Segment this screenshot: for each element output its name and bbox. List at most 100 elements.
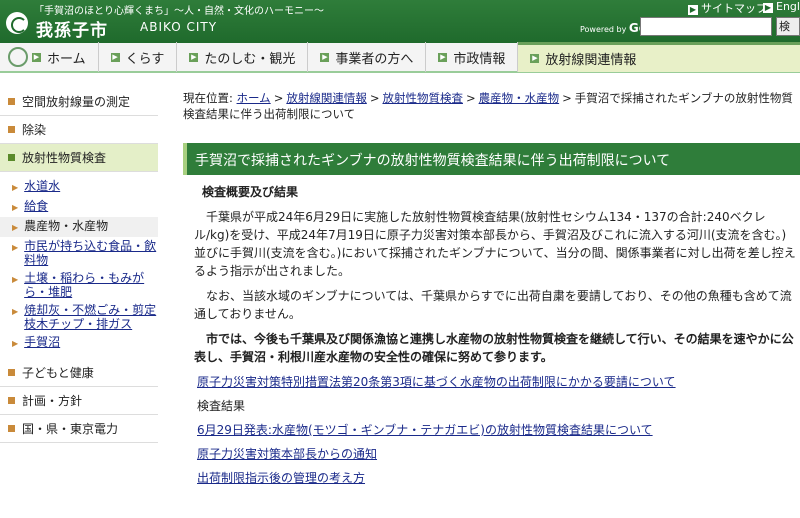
breadcrumb-link-testing[interactable]: 放射性物質検査 — [382, 91, 463, 105]
link-management-policy[interactable]: 出荷制限指示後の管理の考え方 — [197, 471, 365, 485]
search-button[interactable]: 検索 — [776, 17, 800, 36]
paragraph-summary: 千葉県が平成24年6月29日に実施した放射性物質検査結果(放射性セシウム134・… — [194, 210, 796, 278]
bullet-square-icon — [8, 126, 15, 133]
arrow-right-icon: ▶ — [530, 54, 540, 63]
link-june29-results[interactable]: 6月29日発表:水産物(モツゴ・ギンブナ・テナガエビ)の放射性物質検査結果につい… — [197, 423, 653, 437]
breadcrumb-prefix: 現在位置: — [183, 91, 233, 105]
arrow-right-icon: ▶ — [110, 52, 120, 62]
link-row: 6月29日発表:水産物(モツゴ・ギンブナ・テナガエビ)の放射性物質検査結果につい… — [197, 421, 796, 439]
nav-item-label: 放射線関連情報 — [545, 53, 637, 68]
link-row: 原子力災害対策本部長からの通知 — [197, 445, 796, 463]
sidebar-subitem-school-lunch[interactable]: ▶ 給食 — [0, 197, 158, 217]
arrow-right-icon: ▶ — [189, 52, 199, 62]
breadcrumb-link-home[interactable]: ホーム — [237, 91, 271, 105]
section-heading: 検査概要及び結果 — [202, 185, 299, 199]
arrow-right-icon: ▶ — [438, 52, 448, 62]
breadcrumb-separator: > — [369, 91, 380, 105]
sidebar: 空間放射線量の測定 除染 放射性物質検査 ▶ 水道水 ▶ 給食 ▶ 農産物・水産物 ▶… — [0, 88, 158, 443]
link-row: 出荷制限指示後の管理の考え方 — [197, 469, 796, 487]
sidebar-item-air-dose[interactable]: 空間放射線量の測定 — [0, 88, 158, 116]
sidebar-subitem-label: 市民が持ち込む食品・飲料物 — [24, 239, 157, 267]
link-row: 原子力災害対策特別措置法第20条第3項に基づく水産物の出荷制限にかかる要請につい… — [197, 373, 796, 391]
english-label: English — [776, 0, 800, 13]
sidebar-subitem-label: 土壌・稲わら・もみがら・堆肥 — [24, 271, 145, 299]
sidebar-subitem-citizen-food[interactable]: ▶ 市民が持ち込む食品・飲料物 — [0, 237, 158, 269]
arrow-right-icon: ▶ — [12, 223, 19, 232]
arrow-right-icon: ▶ — [763, 3, 773, 13]
arrow-right-icon: ▶ — [12, 203, 19, 212]
arrow-right-icon: ▶ — [12, 275, 19, 284]
sidebar-subitem-ash[interactable]: ▶ 焼却灰・不燃ごみ・剪定枝木チップ・排ガス — [0, 301, 158, 333]
breadcrumb-link-agri-fishery[interactable]: 農産物・水産物 — [479, 91, 560, 105]
sidebar-item-label: 計画・方針 — [22, 394, 83, 408]
sidebar-subitem-label: 農産物・水産物 — [24, 219, 109, 233]
breadcrumb: 現在位置: ホーム > 放射線関連情報 > 放射性物質検査 > 農産物・水産物 > 手賀沼で採捕… — [183, 90, 795, 122]
breadcrumb-link-radiation[interactable]: 放射線関連情報 — [286, 91, 367, 105]
nav-item-living[interactable]: ▶ くらす — [99, 42, 178, 72]
sidebar-item-label: 国・県・東京電力 — [22, 422, 119, 436]
nav-item-home[interactable]: ▶ ホーム — [32, 42, 99, 72]
sidebar-item-govt-tepco[interactable]: 国・県・東京電力 — [0, 415, 158, 443]
sidebar-item-label: 除染 — [22, 123, 47, 137]
page-title: 手賀沼で採捕されたギンブナの放射性物質検査結果に伴う出荷制限について — [195, 153, 671, 169]
sidebar-subitem-tap-water[interactable]: ▶ 水道水 — [0, 177, 158, 197]
sidebar-submenu: ▶ 水道水 ▶ 給食 ▶ 農産物・水産物 ▶ 市民が持ち込む食品・飲料物 ▶ 土壌・稲わら… — [0, 172, 158, 359]
arrow-right-icon: ▶ — [320, 52, 330, 62]
english-link[interactable]: ▶English — [763, 0, 800, 13]
nav-item-label: たのしむ・観光 — [204, 51, 296, 67]
nav-item-business[interactable]: ▶ 事業者の方へ — [308, 42, 427, 72]
site-tagline: 「手賀沼のほとり心輝くまち」〜人・自然・文化のハーモニー〜 — [34, 6, 324, 17]
breadcrumb-separator: > — [562, 91, 572, 105]
nav-item-label: 市政情報 — [453, 51, 506, 67]
breadcrumb-separator: > — [273, 91, 284, 105]
sidebar-subitem-teganuma[interactable]: ▶ 手賀沼 — [0, 333, 158, 353]
sidebar-item-children-health[interactable]: 子どもと健康 — [0, 359, 158, 387]
sidebar-subitem-label: 水道水 — [24, 179, 61, 193]
sidebar-subitem-label: 手賀沼 — [24, 335, 61, 349]
page-title-bar: 手賀沼で採捕されたギンブナの放射性物質検査結果に伴う出荷制限について — [183, 143, 800, 175]
sidebar-item-label: 子どもと健康 — [22, 366, 94, 380]
arrow-right-icon: ▶ — [12, 339, 19, 348]
arrow-right-icon: ▶ — [12, 243, 19, 252]
sidebar-item-substance-testing[interactable]: 放射性物質検査 — [0, 144, 158, 172]
nav-item-label: くらす — [125, 51, 165, 67]
paragraph-distribution: なお、当該水域のギンブナについては、千葉県からすでに出荷自粛を要請しており、その… — [194, 289, 792, 321]
sidebar-subitem-agri-fishery[interactable]: ▶ 農産物・水産物 — [0, 217, 158, 237]
search-input[interactable] — [640, 17, 772, 36]
link-shipment-restriction-request[interactable]: 原子力災害対策特別措置法第20条第3項に基づく水産物の出荷制限にかかる要請につい… — [197, 375, 676, 389]
sidebar-subitem-label: 給食 — [24, 199, 49, 213]
nav-item-label: ホーム — [47, 51, 86, 67]
site-header: 「手賀沼のほとり心輝くまち」〜人・自然・文化のハーモニー〜 我孫子市 ABIKO… — [0, 0, 800, 43]
city-name[interactable]: 我孫子市 — [36, 16, 108, 41]
arrow-right-icon: ▶ — [688, 5, 698, 15]
link-notice-from-hq[interactable]: 原子力災害対策本部長からの通知 — [197, 447, 377, 461]
global-nav: ▶ ホーム ▶ くらす ▶ たのしむ・観光 ▶ 事業者の方へ ▶ 市政情報 ▶ 放射線関連情… — [0, 42, 800, 73]
city-logo-icon[interactable] — [6, 12, 28, 34]
sidebar-subitem-soil[interactable]: ▶ 土壌・稲わら・もみがら・堆肥 — [0, 269, 158, 301]
city-name-en: ABIKO CITY — [140, 20, 218, 34]
arrow-right-icon: ▶ — [32, 52, 41, 62]
sidebar-item-decontamination[interactable]: 除染 — [0, 116, 158, 144]
main-content: 検査概要及び結果 千葉県が平成24年6月29日に実施した放射性物質検査結果(放射… — [194, 183, 796, 493]
nav-item-city-info[interactable]: ▶ 市政情報 — [426, 42, 519, 72]
sidebar-item-label: 空間放射線量の測定 — [22, 95, 131, 109]
paragraph-city-policy: 市では、今後も千葉県及び関係漁協と連携し水産物の放射性物質検査を継続して行い、そ… — [194, 332, 794, 364]
sitemap-label: サイトマップ — [701, 2, 767, 15]
nav-item-radiation[interactable]: ▶ 放射線関連情報 — [518, 42, 800, 72]
sitemap-link[interactable]: ▶ サイトマップ — [688, 0, 767, 16]
sidebar-item-plans[interactable]: 計画・方針 — [0, 387, 158, 415]
powered-by-label: Powered by — [580, 25, 627, 34]
nav-item-label: 事業者の方へ — [335, 51, 414, 67]
bullet-square-icon — [8, 425, 15, 432]
bullet-square-icon — [8, 98, 15, 105]
home-icon — [8, 47, 28, 67]
bullet-square-icon — [8, 397, 15, 404]
bullet-square-icon — [8, 369, 15, 376]
arrow-right-icon: ▶ — [12, 183, 19, 192]
results-label: 検査結果 — [197, 399, 246, 413]
arrow-right-icon: ▶ — [12, 307, 19, 316]
nav-item-tourism[interactable]: ▶ たのしむ・観光 — [177, 42, 309, 72]
sidebar-subitem-label: 焼却灰・不燃ごみ・剪定枝木チップ・排ガス — [24, 303, 157, 331]
bullet-square-icon — [8, 154, 15, 161]
sidebar-item-label: 放射性物質検査 — [22, 151, 107, 165]
